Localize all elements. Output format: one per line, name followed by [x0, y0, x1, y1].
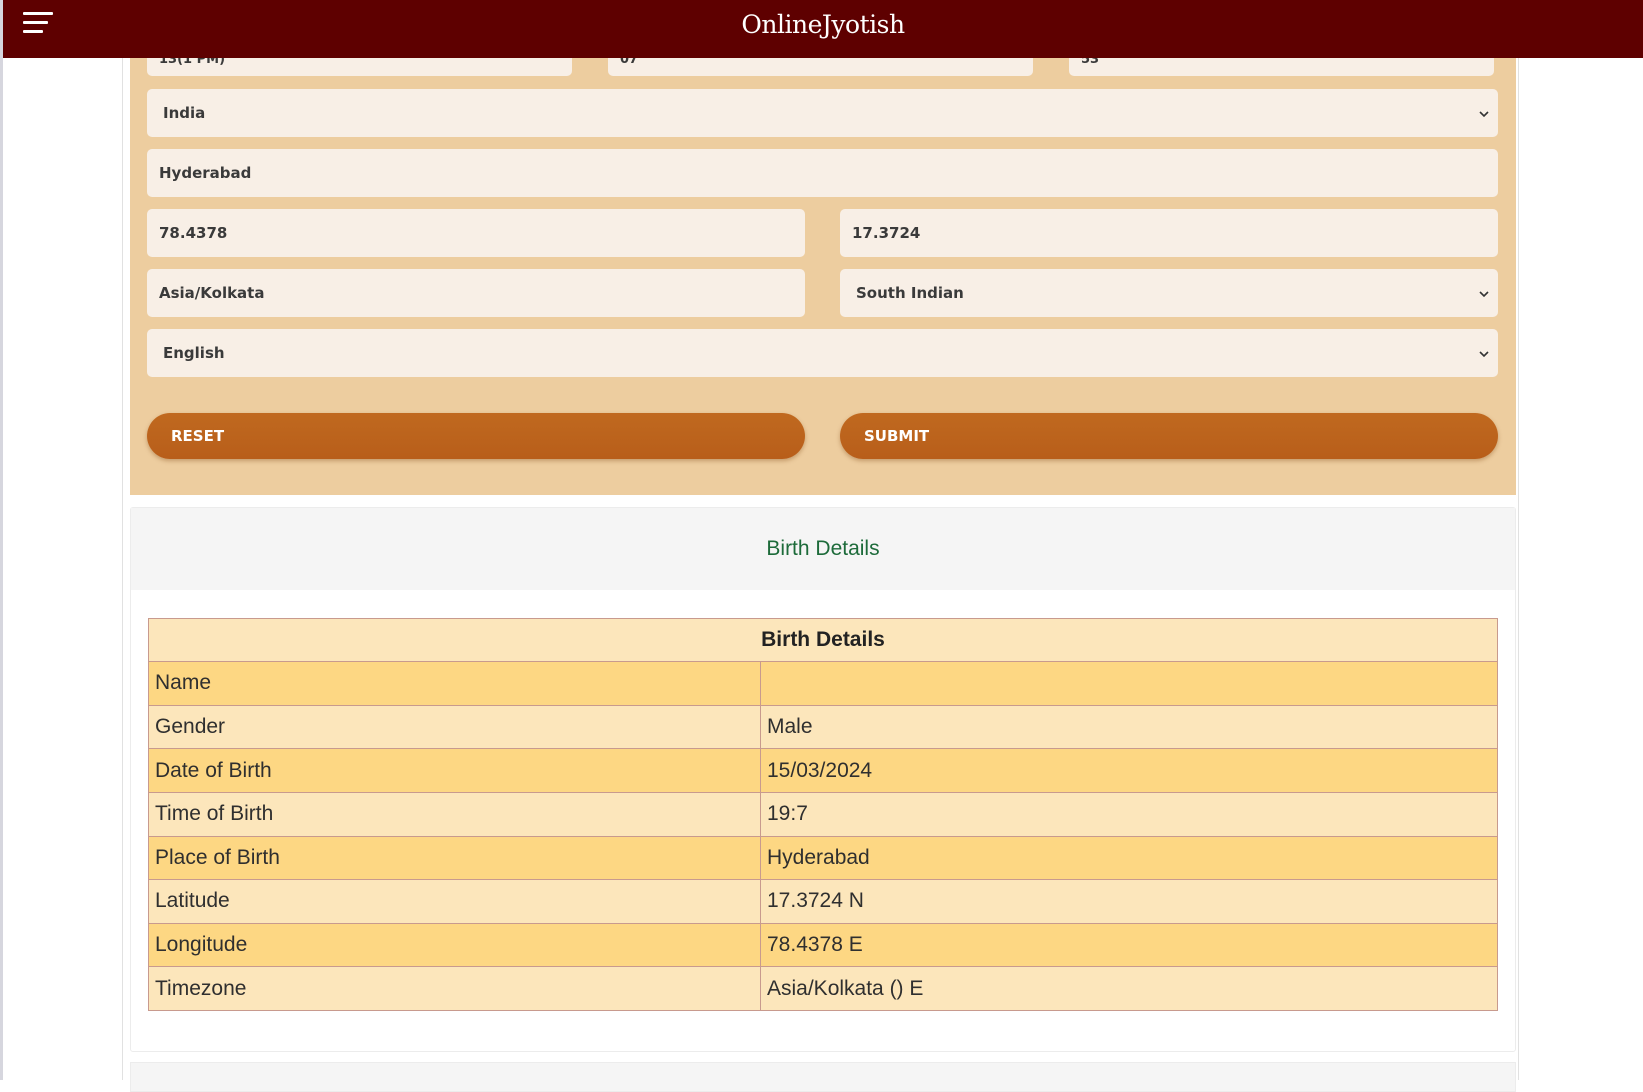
page-left-edge: [0, 0, 3, 1080]
latitude-input[interactable]: 17.3724: [840, 209, 1498, 257]
birth-details-table: Birth Details Name Gender Male Date of B…: [148, 618, 1498, 1011]
longitude-input[interactable]: 78.4378: [147, 209, 805, 257]
chevron-down-icon: [1479, 291, 1489, 300]
row-value: 17.3724 N: [760, 879, 1498, 924]
row-label: Latitude: [148, 879, 761, 924]
table-row: Date of Birth 15/03/2024: [148, 748, 1498, 793]
row-value: [760, 661, 1498, 706]
table-title: Birth Details: [148, 618, 1498, 662]
country-select[interactable]: India: [147, 89, 1498, 137]
table-row: Name: [148, 661, 1498, 706]
row-label: Place of Birth: [148, 835, 761, 881]
chevron-down-icon: [1479, 111, 1489, 120]
row-label: Timezone: [148, 966, 761, 1011]
table-row: Gender Male: [148, 704, 1498, 750]
row-value: 19:7: [760, 791, 1498, 837]
row-value: Male: [760, 704, 1498, 750]
reset-button[interactable]: RESET: [147, 413, 805, 459]
city-input[interactable]: Hyderabad: [147, 149, 1498, 197]
row-label: Name: [148, 661, 761, 706]
table-row: Latitude 17.3724 N: [148, 879, 1498, 924]
row-value: Hyderabad: [760, 835, 1498, 881]
row-label: Longitude: [148, 922, 761, 968]
table-row: Timezone Asia/Kolkata () E: [148, 966, 1498, 1011]
table-row: Longitude 78.4378 E: [148, 922, 1498, 968]
table-row: Time of Birth 19:7: [148, 791, 1498, 837]
submit-button[interactable]: SUBMIT: [840, 413, 1498, 459]
row-value: 78.4378 E: [760, 922, 1498, 968]
row-label: Date of Birth: [148, 748, 761, 793]
chevron-down-icon: [1479, 351, 1489, 360]
next-section-card: [130, 1062, 1516, 1092]
row-label: Gender: [148, 704, 761, 750]
site-logo[interactable]: OnlineJyotish: [3, 10, 1643, 39]
row-label: Time of Birth: [148, 791, 761, 837]
chart-style-select[interactable]: South Indian: [840, 269, 1498, 317]
row-value: Asia/Kolkata () E: [760, 966, 1498, 1011]
language-select[interactable]: English: [147, 329, 1498, 377]
card-title: Birth Details: [131, 508, 1515, 590]
timezone-input[interactable]: Asia/Kolkata: [147, 269, 805, 317]
row-value: 15/03/2024: [760, 748, 1498, 793]
table-row: Place of Birth Hyderabad: [148, 835, 1498, 881]
